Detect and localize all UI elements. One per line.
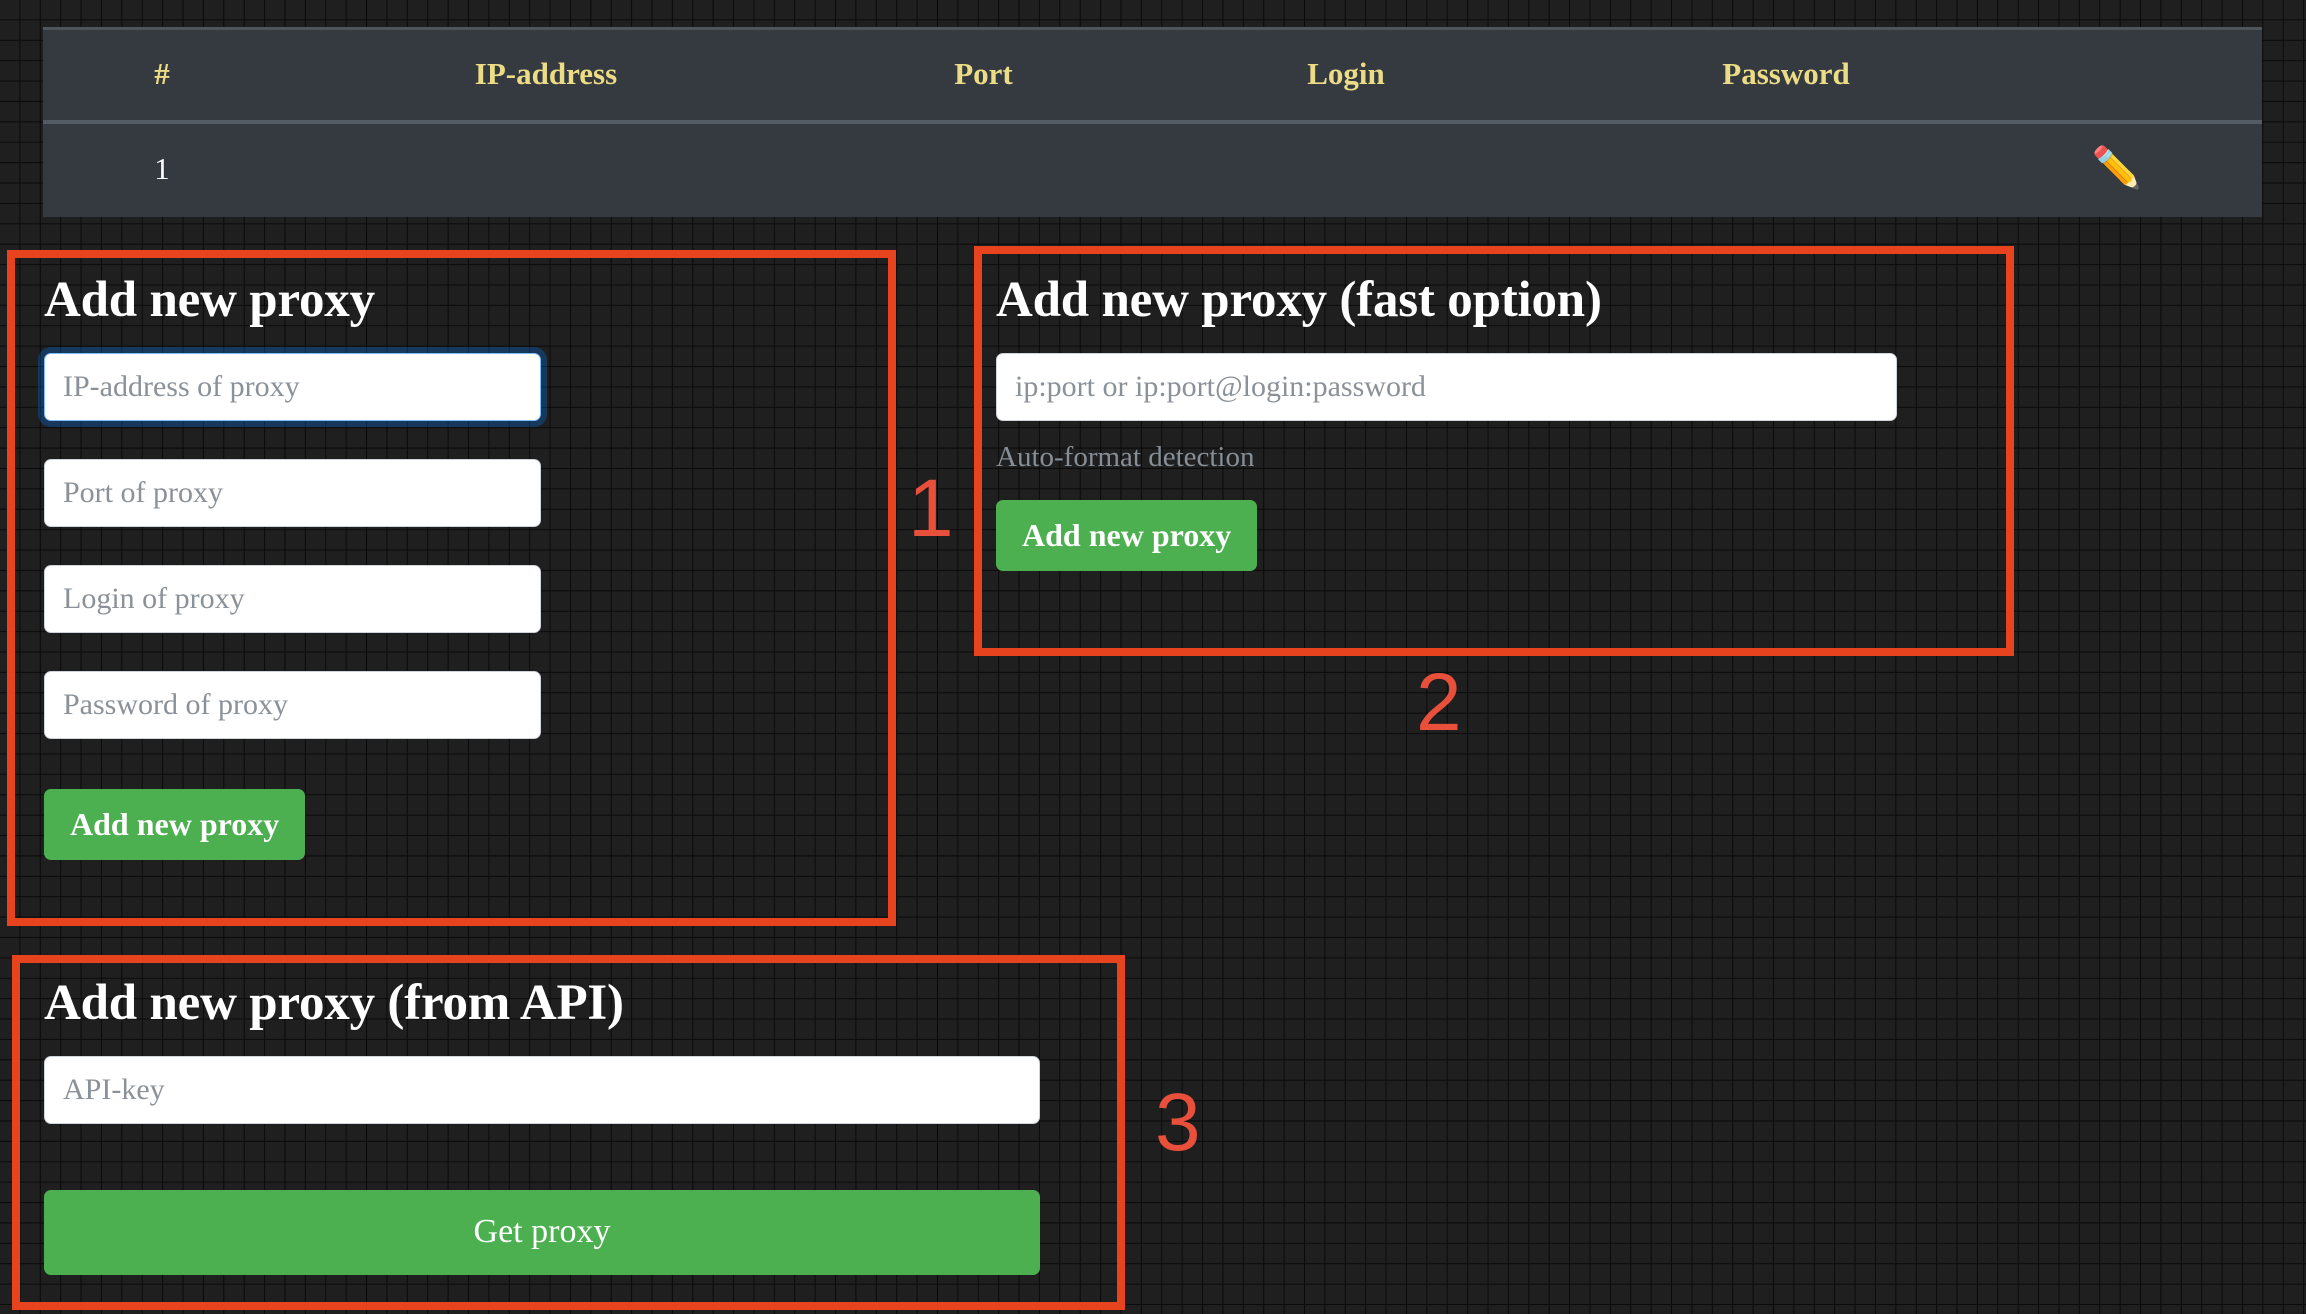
annotation-number-2: 2 [1416,657,1462,748]
edit-pencil-icon[interactable]: ✏️ [2092,148,2142,188]
cell-port [811,122,1156,217]
proxy-table: # IP-address Port Login Password 1 ✏️ [43,27,2262,217]
auto-format-detection-hint: Auto-format detection [996,441,1255,474]
cell-ip [281,122,811,217]
column-header-actions [2036,27,2262,124]
column-header-port: Port [811,27,1156,124]
column-header-password: Password [1536,27,2036,124]
proxy-table-head: # IP-address Port Login Password [43,27,2262,124]
add-new-proxy-fast-button[interactable]: Add new proxy [996,500,1258,571]
panel-title-api: Add new proxy (from API) [44,975,624,1031]
annotation-number-3: 3 [1155,1077,1201,1168]
fast-proxy-input[interactable] [996,353,1897,422]
add-new-proxy-button[interactable]: Add new proxy [44,789,306,860]
panel-title-fast: Add new proxy (fast option) [996,272,1602,328]
port-input[interactable] [44,459,541,528]
add-new-proxy-panel: Add new proxy Add new proxy [44,272,864,860]
proxy-table-body: 1 ✏️ [43,122,2262,217]
cell-actions: ✏️ [2036,122,2262,217]
column-header-login: Login [1156,27,1536,124]
cell-login [1156,122,1536,217]
add-new-proxy-api-panel: Add new proxy (from API) Get proxy [44,975,1104,1275]
password-input[interactable] [44,671,541,740]
api-key-input[interactable] [44,1056,1040,1125]
get-proxy-button[interactable]: Get proxy [44,1190,1040,1275]
column-header-number: # [43,27,281,124]
cell-row-number: 1 [43,122,281,217]
annotation-number-1: 1 [908,463,954,554]
table-header-row: # IP-address Port Login Password [43,27,2262,124]
ip-address-input[interactable] [44,353,541,422]
column-header-ip: IP-address [281,27,811,124]
login-input[interactable] [44,565,541,634]
cell-password [1536,122,2036,217]
panel-title-manual: Add new proxy [44,272,375,328]
table-row: 1 ✏️ [43,122,2262,217]
add-new-proxy-fast-panel: Add new proxy (fast option) Auto-format … [996,272,1996,571]
